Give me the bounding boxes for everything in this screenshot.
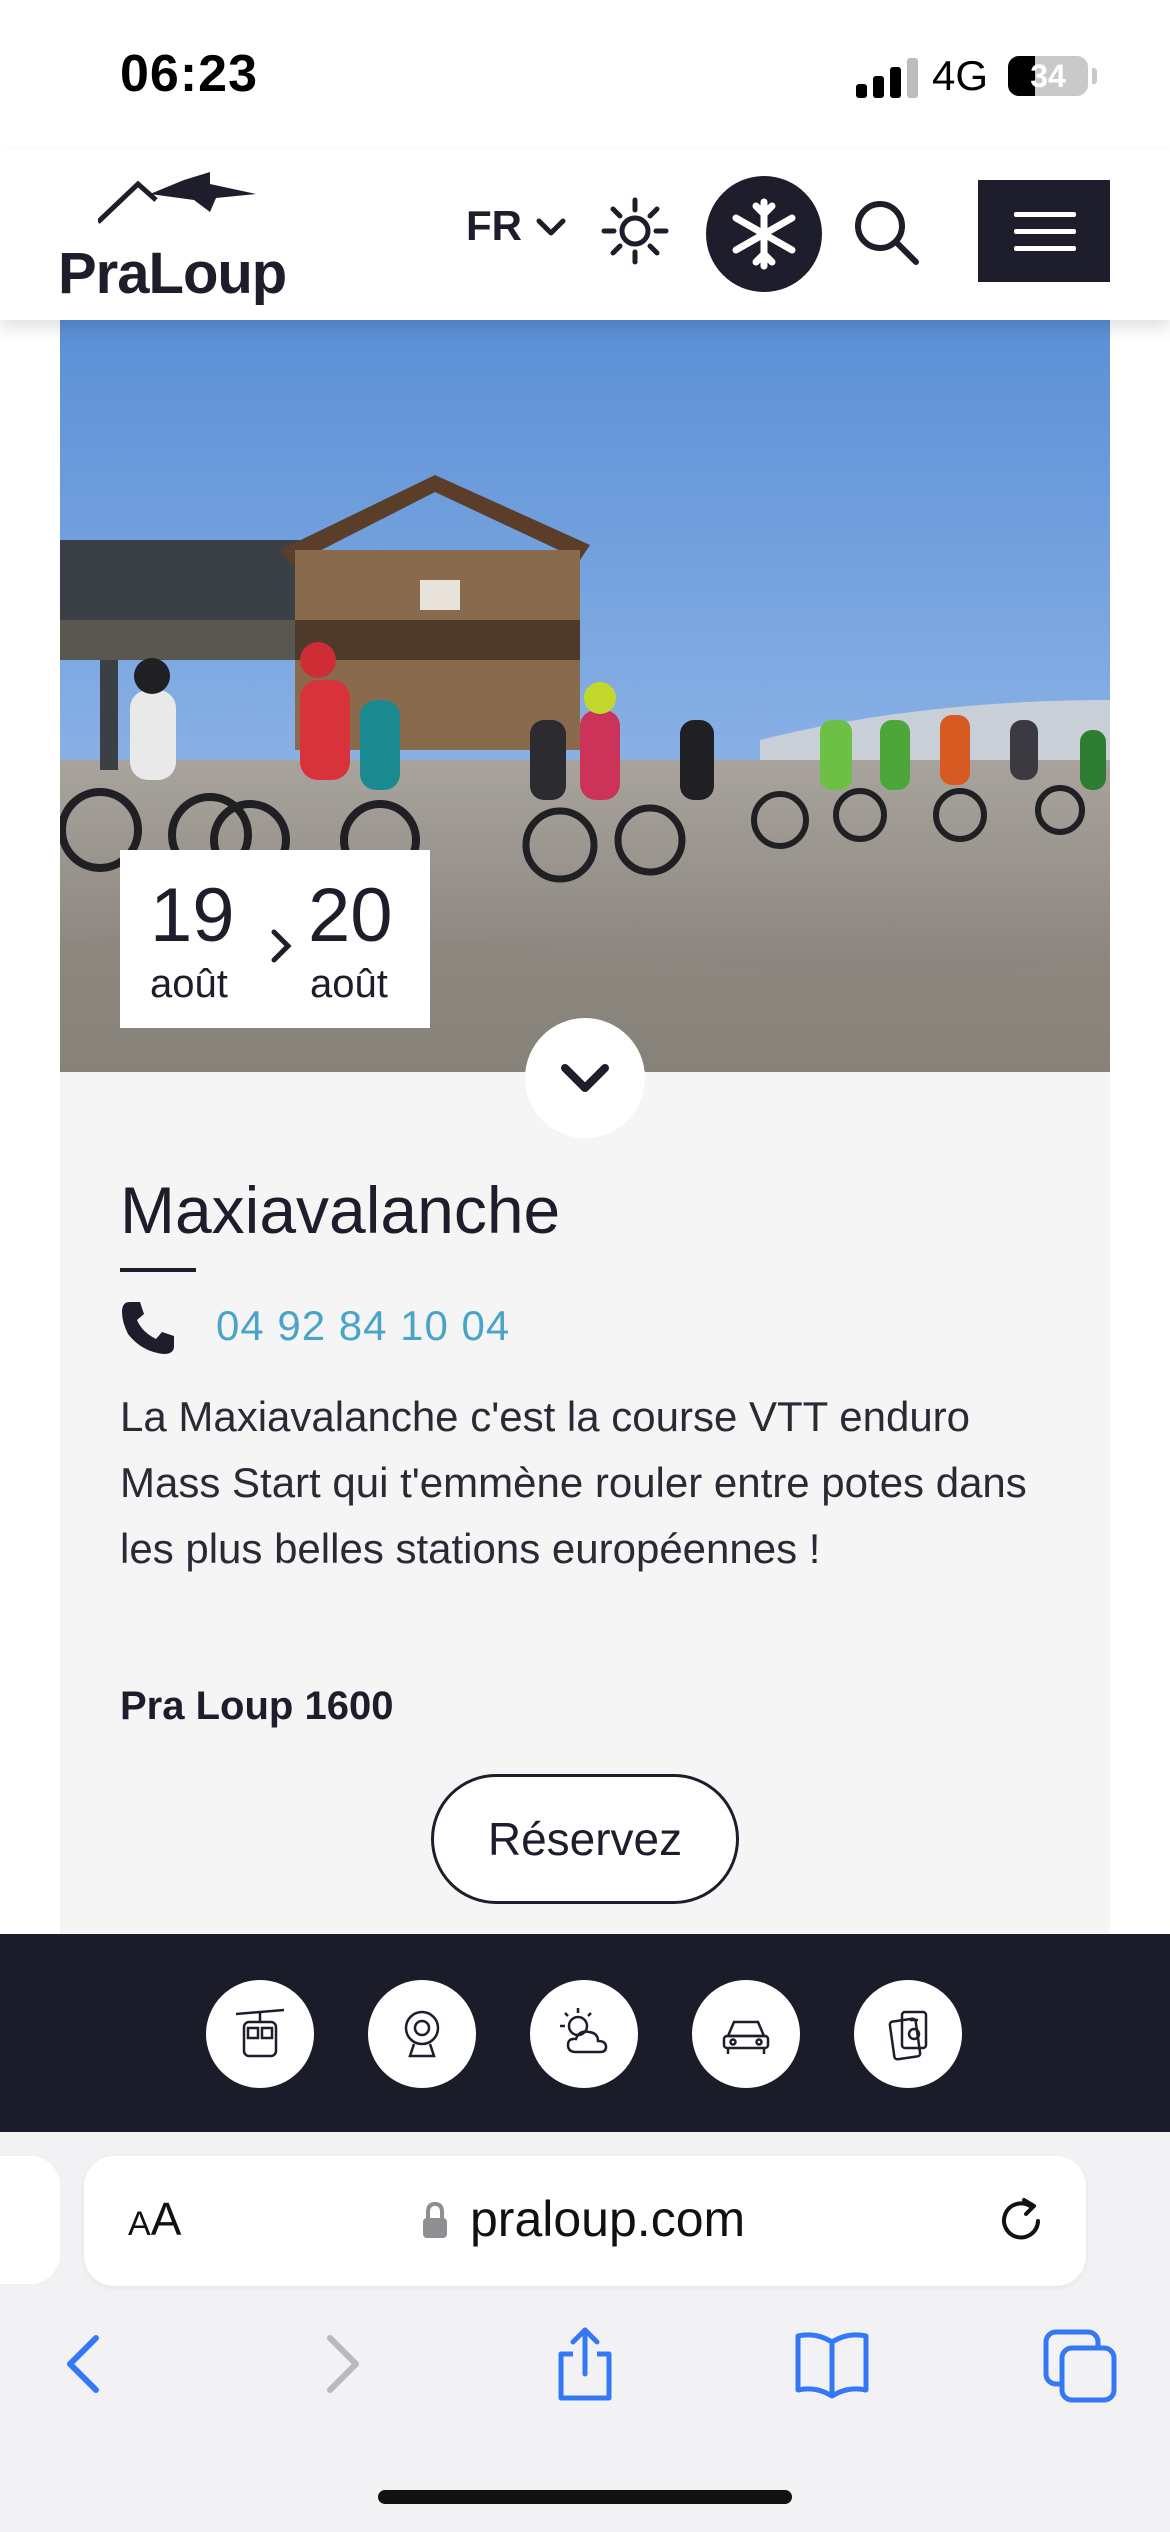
ski-pass-button[interactable] [854, 1980, 962, 2088]
battery-icon: 34 [1008, 56, 1088, 96]
sun-icon[interactable] [600, 196, 670, 266]
expand-button[interactable] [525, 1018, 645, 1138]
chevron-down-icon [561, 1064, 609, 1092]
chevron-right-icon [271, 929, 292, 963]
status-bar: 06:23 4G 34 [0, 0, 1170, 150]
language-selector[interactable]: FR [466, 202, 522, 250]
event-title: Maxiavalanche [120, 1173, 561, 1247]
start-month: août [150, 962, 228, 1006]
gondola-icon [235, 2008, 285, 2058]
battery-tip [1092, 68, 1097, 84]
logo-text: PraLoup [58, 241, 287, 306]
home-indicator [378, 2490, 792, 2504]
reload-icon[interactable] [994, 2194, 1048, 2248]
webcam-button[interactable] [368, 1980, 476, 2088]
site-header: PraLoup FR [0, 150, 1170, 320]
phone-link[interactable]: 04 92 84 10 04 [216, 1302, 510, 1350]
end-month: août [310, 962, 388, 1006]
event-location: Pra Loup 1600 [120, 1684, 394, 1728]
chevron-down-icon[interactable] [534, 210, 568, 244]
quick-access-bar [0, 1934, 1170, 2132]
lock-icon [423, 2201, 447, 2238]
aa-large-letter: A [150, 2193, 182, 2245]
snowflake-icon [732, 198, 796, 270]
back-icon[interactable] [46, 2324, 126, 2404]
mountain-logo-icon [98, 172, 256, 224]
title-underline [120, 1268, 196, 1272]
weather-icon [560, 2008, 608, 2054]
url-text[interactable]: praloup.com [470, 2190, 745, 2248]
weather-button[interactable] [530, 1980, 638, 2088]
car-icon [722, 2020, 770, 2054]
phone-icon[interactable] [118, 1298, 178, 1358]
start-day: 19 [150, 873, 235, 958]
hamburger-menu-icon[interactable] [978, 180, 1110, 282]
bookmarks-icon[interactable] [792, 2324, 872, 2404]
battery-level: 34 [1030, 58, 1066, 94]
praloup-logo[interactable]: PraLoup [58, 170, 288, 306]
share-icon[interactable] [545, 2324, 625, 2404]
status-time: 06:23 [120, 45, 258, 103]
webcam-icon [404, 2010, 440, 2058]
reserve-button[interactable]: Réservez [431, 1774, 739, 1904]
address-bar[interactable]: AA praloup.com [84, 2156, 1086, 2286]
event-card: 19 août 20 août Maxiavalanche 04 92 84 1… [60, 320, 1110, 1934]
event-date-range: 19 août 20 août [120, 850, 430, 1028]
forward-icon[interactable] [300, 2324, 380, 2404]
tabs-icon[interactable] [1040, 2324, 1120, 2404]
search-icon[interactable] [850, 196, 922, 268]
reader-settings-button[interactable]: AA [128, 2192, 181, 2246]
end-day: 20 [308, 873, 393, 958]
network-type: 4G [932, 52, 989, 99]
winter-mode-button[interactable] [706, 176, 822, 292]
ski-pass-icon [888, 2010, 928, 2061]
cellular-signal-icon [856, 58, 918, 98]
event-description: La Maxiavalanche c'est la course VTT end… [120, 1393, 1027, 1572]
lifts-button[interactable] [206, 1980, 314, 2088]
browser-toolbar: AA praloup.com [0, 2132, 1170, 2532]
access-button[interactable] [692, 1980, 800, 2088]
aa-small-letter: A [128, 2205, 151, 2243]
previous-tab-preview[interactable] [0, 2156, 60, 2284]
